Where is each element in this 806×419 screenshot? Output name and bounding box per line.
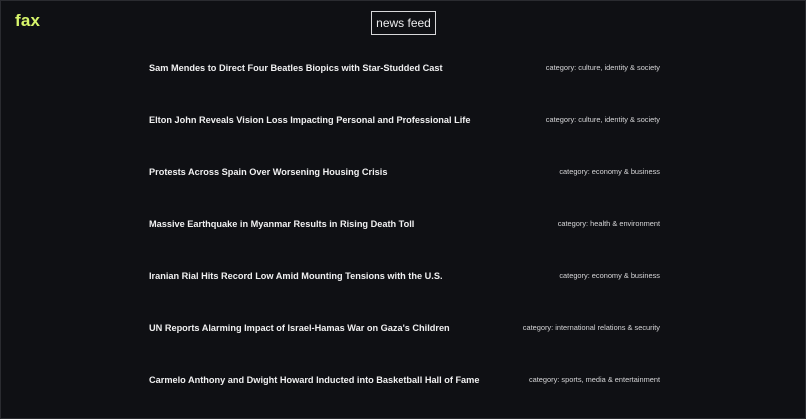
news-item[interactable]: Sam Mendes to Direct Four Beatles Biopic… <box>149 55 660 107</box>
news-headline[interactable]: Elton John Reveals Vision Loss Impacting… <box>149 114 470 126</box>
news-headline[interactable]: Carmelo Anthony and Dwight Howard Induct… <box>149 374 479 386</box>
news-category: category: sports, media & entertainment <box>528 375 660 384</box>
news-headline[interactable]: UN Reports Alarming Impact of Israel-Ham… <box>149 322 450 334</box>
news-item[interactable]: Iranian Rial Hits Record Low Amid Mounti… <box>149 263 660 315</box>
news-item[interactable]: Elton John Reveals Vision Loss Impacting… <box>149 107 660 159</box>
news-category: category: health & environment <box>557 219 660 228</box>
news-headline[interactable]: Iranian Rial Hits Record Low Amid Mounti… <box>149 270 443 282</box>
news-headline[interactable]: Sam Mendes to Direct Four Beatles Biopic… <box>149 62 443 74</box>
news-category: category: economy & business <box>559 271 660 280</box>
news-category: category: economy & business <box>559 167 660 176</box>
news-feed-list: Sam Mendes to Direct Four Beatles Biopic… <box>149 55 660 419</box>
news-headline[interactable]: Massive Earthquake in Myanmar Results in… <box>149 218 414 230</box>
news-feed-button[interactable]: news feed <box>371 11 436 35</box>
news-category: category: international relations & secu… <box>522 323 660 332</box>
news-category: category: culture, identity & society <box>545 63 660 72</box>
news-item[interactable]: Carmelo Anthony and Dwight Howard Induct… <box>149 367 660 419</box>
news-item[interactable]: UN Reports Alarming Impact of Israel-Ham… <box>149 315 660 367</box>
news-item[interactable]: Massive Earthquake in Myanmar Results in… <box>149 211 660 263</box>
news-headline[interactable]: Protests Across Spain Over Worsening Hou… <box>149 166 387 178</box>
news-category: category: culture, identity & society <box>545 115 660 124</box>
news-item[interactable]: Protests Across Spain Over Worsening Hou… <box>149 159 660 211</box>
fax-logo[interactable]: fax <box>15 12 40 29</box>
